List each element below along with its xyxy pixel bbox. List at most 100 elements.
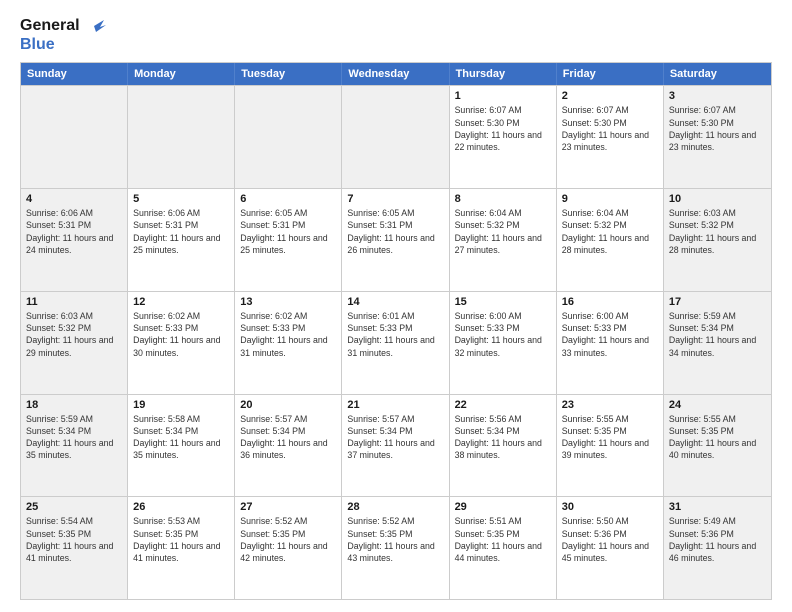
- week-row-1: 1 Sunrise: 6:07 AM Sunset: 5:30 PM Daylig…: [21, 85, 771, 188]
- header: General Blue: [20, 16, 772, 54]
- week-row-3: 11 Sunrise: 6:03 AM Sunset: 5:32 PM Dayli…: [21, 291, 771, 394]
- day-1: 1 Sunrise: 6:07 AM Sunset: 5:30 PM Daylig…: [450, 86, 557, 188]
- day-empty: [342, 86, 449, 188]
- day-15: 15 Sunrise: 6:00 AM Sunset: 5:33 PM Dayli…: [450, 292, 557, 394]
- header-tuesday: Tuesday: [235, 63, 342, 85]
- day-info-4: Sunrise: 6:06 AM Sunset: 5:31 PM Dayligh…: [26, 207, 122, 256]
- day-info-18: Sunrise: 5:59 AM Sunset: 5:34 PM Dayligh…: [26, 413, 122, 462]
- day-info-24: Sunrise: 5:55 AM Sunset: 5:35 PM Dayligh…: [669, 413, 766, 462]
- day-num-29: 29: [455, 501, 551, 513]
- day-num-14: 14: [347, 296, 443, 308]
- header-wednesday: Wednesday: [342, 63, 449, 85]
- page: General Blue SundayMondayTuesdayWednesda…: [0, 0, 792, 612]
- day-info-20: Sunrise: 5:57 AM Sunset: 5:34 PM Dayligh…: [240, 413, 336, 462]
- day-empty: [128, 86, 235, 188]
- day-3: 3Sunrise: 6:07 AM Sunset: 5:30 PM Daylig…: [664, 86, 771, 188]
- header-saturday: Saturday: [664, 63, 771, 85]
- logo-bird-icon: [86, 18, 106, 34]
- day-31: 31 Sunrise: 5:49 AM Sunset: 5:36 PM Dayli…: [664, 497, 771, 599]
- day-info-8: Sunrise: 6:04 AM Sunset: 5:32 PM Dayligh…: [455, 207, 551, 256]
- day-info-22: Sunrise: 5:56 AM Sunset: 5:34 PM Dayligh…: [455, 413, 551, 462]
- day-num-19: 19: [133, 399, 229, 411]
- header-friday: Friday: [557, 63, 664, 85]
- day-7: 7 Sunrise: 6:05 AM Sunset: 5:31 PM Daylig…: [342, 189, 449, 291]
- day-info-13: Sunrise: 6:02 AM Sunset: 5:33 PM Dayligh…: [240, 310, 336, 359]
- calendar-header: SundayMondayTuesdayWednesdayThursdayFrid…: [21, 63, 771, 85]
- day-info-25: Sunrise: 5:54 AM Sunset: 5:35 PM Dayligh…: [26, 515, 122, 564]
- day-9: 9 Sunrise: 6:04 AM Sunset: 5:32 PM Daylig…: [557, 189, 664, 291]
- day-info-23: Sunrise: 5:55 AM Sunset: 5:35 PM Dayligh…: [562, 413, 658, 462]
- day-28: 28 Sunrise: 5:52 AM Sunset: 5:35 PM Dayli…: [342, 497, 449, 599]
- day-info-15: Sunrise: 6:00 AM Sunset: 5:33 PM Dayligh…: [455, 310, 551, 359]
- day-5: 5 Sunrise: 6:06 AM Sunset: 5:31 PM Daylig…: [128, 189, 235, 291]
- day-info-9: Sunrise: 6:04 AM Sunset: 5:32 PM Dayligh…: [562, 207, 658, 256]
- day-2: 2Sunrise: 6:07 AM Sunset: 5:30 PM Daylig…: [557, 86, 664, 188]
- day-info-7: Sunrise: 6:05 AM Sunset: 5:31 PM Dayligh…: [347, 207, 443, 256]
- day-info-16: Sunrise: 6:00 AM Sunset: 5:33 PM Dayligh…: [562, 310, 658, 359]
- day-27: 27Sunrise: 5:52 AM Sunset: 5:35 PM Dayli…: [235, 497, 342, 599]
- day-num-8: 8: [455, 193, 551, 205]
- day-num-31: 31: [669, 501, 766, 513]
- week-row-2: 4 Sunrise: 6:06 AM Sunset: 5:31 PM Daylig…: [21, 188, 771, 291]
- day-info-5: Sunrise: 6:06 AM Sunset: 5:31 PM Dayligh…: [133, 207, 229, 256]
- day-empty: [235, 86, 342, 188]
- logo: General Blue: [20, 16, 106, 54]
- day-num-28: 28: [347, 501, 443, 513]
- day-info-26: Sunrise: 5:53 AM Sunset: 5:35 PM Dayligh…: [133, 515, 229, 564]
- day-num-20: 20: [240, 399, 336, 411]
- day-num-1: 1: [455, 90, 551, 102]
- logo-general: General: [20, 16, 106, 35]
- day-13: 13Sunrise: 6:02 AM Sunset: 5:33 PM Dayli…: [235, 292, 342, 394]
- day-info-21: Sunrise: 5:57 AM Sunset: 5:34 PM Dayligh…: [347, 413, 443, 462]
- day-info-17: Sunrise: 5:59 AM Sunset: 5:34 PM Dayligh…: [669, 310, 766, 359]
- day-20: 20 Sunrise: 5:57 AM Sunset: 5:34 PM Dayli…: [235, 395, 342, 497]
- day-info-1: Sunrise: 6:07 AM Sunset: 5:30 PM Dayligh…: [455, 104, 551, 153]
- logo-blue: Blue: [20, 35, 55, 54]
- day-num-30: 30: [562, 501, 658, 513]
- day-17: 17 Sunrise: 5:59 AM Sunset: 5:34 PM Dayli…: [664, 292, 771, 394]
- header-thursday: Thursday: [450, 63, 557, 85]
- day-info-29: Sunrise: 5:51 AM Sunset: 5:35 PM Dayligh…: [455, 515, 551, 564]
- day-19: 19Sunrise: 5:58 AM Sunset: 5:34 PM Dayli…: [128, 395, 235, 497]
- day-21: 21 Sunrise: 5:57 AM Sunset: 5:34 PM Dayli…: [342, 395, 449, 497]
- day-num-4: 4: [26, 193, 122, 205]
- day-num-21: 21: [347, 399, 443, 411]
- day-num-25: 25: [26, 501, 122, 513]
- day-14: 14Sunrise: 6:01 AM Sunset: 5:33 PM Dayli…: [342, 292, 449, 394]
- calendar-body: 1 Sunrise: 6:07 AM Sunset: 5:30 PM Daylig…: [21, 85, 771, 599]
- day-num-24: 24: [669, 399, 766, 411]
- day-30: 30 Sunrise: 5:50 AM Sunset: 5:36 PM Dayli…: [557, 497, 664, 599]
- day-info-30: Sunrise: 5:50 AM Sunset: 5:36 PM Dayligh…: [562, 515, 658, 564]
- day-8: 8 Sunrise: 6:04 AM Sunset: 5:32 PM Daylig…: [450, 189, 557, 291]
- day-29: 29 Sunrise: 5:51 AM Sunset: 5:35 PM Dayli…: [450, 497, 557, 599]
- day-23: 23 Sunrise: 5:55 AM Sunset: 5:35 PM Dayli…: [557, 395, 664, 497]
- day-num-23: 23: [562, 399, 658, 411]
- day-num-12: 12: [133, 296, 229, 308]
- day-num-9: 9: [562, 193, 658, 205]
- day-25: 25 Sunrise: 5:54 AM Sunset: 5:35 PM Dayli…: [21, 497, 128, 599]
- day-info-31: Sunrise: 5:49 AM Sunset: 5:36 PM Dayligh…: [669, 515, 766, 564]
- day-info-12: Sunrise: 6:02 AM Sunset: 5:33 PM Dayligh…: [133, 310, 229, 359]
- header-sunday: Sunday: [21, 63, 128, 85]
- week-row-4: 18Sunrise: 5:59 AM Sunset: 5:34 PM Dayli…: [21, 394, 771, 497]
- day-11: 11 Sunrise: 6:03 AM Sunset: 5:32 PM Dayli…: [21, 292, 128, 394]
- day-num-15: 15: [455, 296, 551, 308]
- day-24: 24 Sunrise: 5:55 AM Sunset: 5:35 PM Dayli…: [664, 395, 771, 497]
- day-num-2: 2: [562, 90, 658, 102]
- day-num-22: 22: [455, 399, 551, 411]
- day-num-17: 17: [669, 296, 766, 308]
- day-info-28: Sunrise: 5:52 AM Sunset: 5:35 PM Dayligh…: [347, 515, 443, 564]
- week-row-5: 25 Sunrise: 5:54 AM Sunset: 5:35 PM Dayli…: [21, 496, 771, 599]
- day-10: 10Sunrise: 6:03 AM Sunset: 5:32 PM Dayli…: [664, 189, 771, 291]
- day-num-5: 5: [133, 193, 229, 205]
- day-info-27: Sunrise: 5:52 AM Sunset: 5:35 PM Dayligh…: [240, 515, 336, 564]
- day-num-7: 7: [347, 193, 443, 205]
- day-num-16: 16: [562, 296, 658, 308]
- day-info-11: Sunrise: 6:03 AM Sunset: 5:32 PM Dayligh…: [26, 310, 122, 359]
- day-12: 12 Sunrise: 6:02 AM Sunset: 5:33 PM Dayli…: [128, 292, 235, 394]
- day-22: 22 Sunrise: 5:56 AM Sunset: 5:34 PM Dayli…: [450, 395, 557, 497]
- day-num-6: 6: [240, 193, 336, 205]
- day-num-11: 11: [26, 296, 122, 308]
- day-num-10: 10: [669, 193, 766, 205]
- day-empty: [21, 86, 128, 188]
